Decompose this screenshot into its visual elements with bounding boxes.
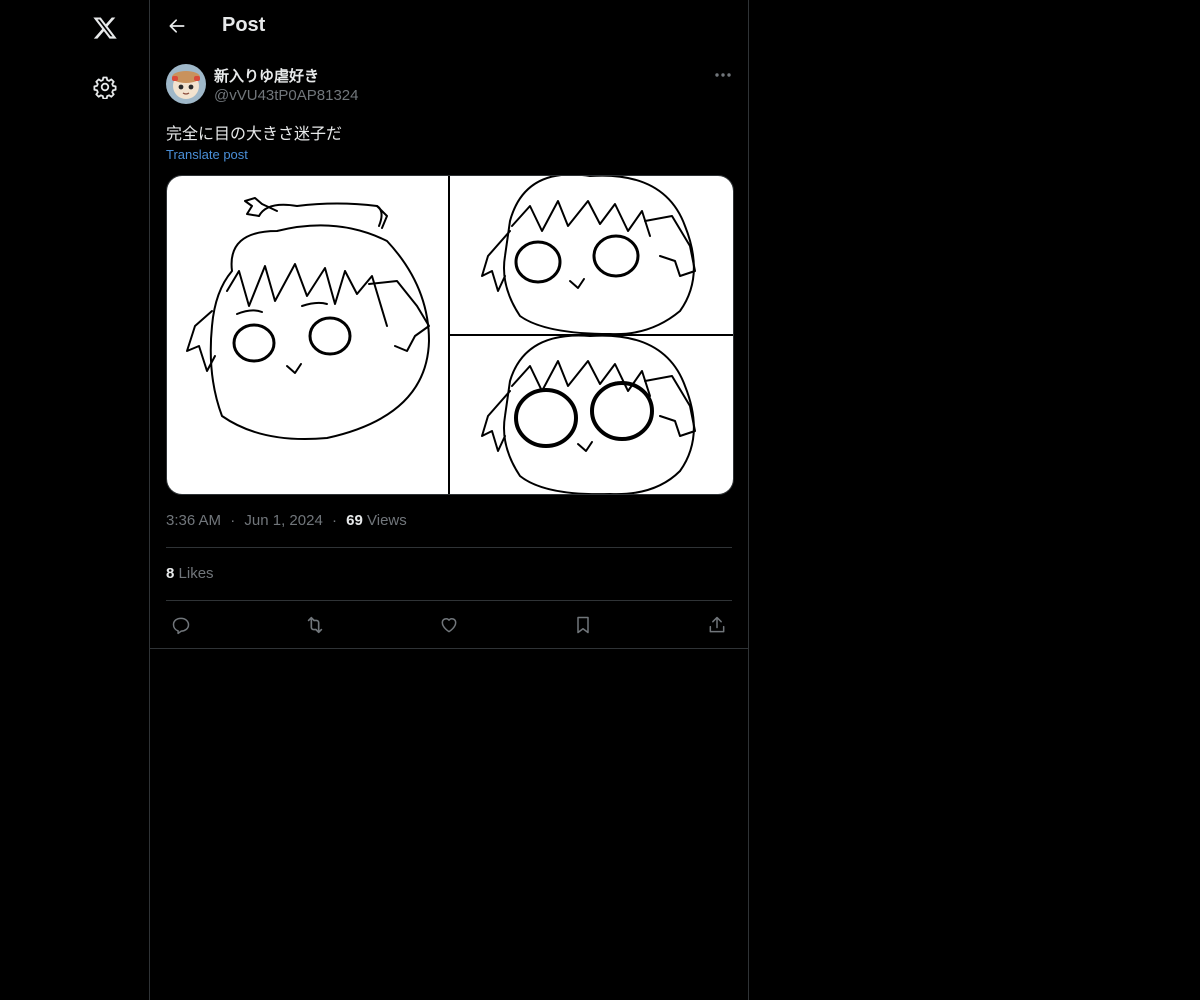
reply-button[interactable] [166, 610, 196, 640]
heart-icon [441, 618, 457, 633]
repost-icon [307, 616, 323, 634]
likes-label: Likes [178, 565, 214, 582]
share-button[interactable] [702, 610, 732, 640]
arrow-left-icon [169, 19, 185, 33]
settings-button[interactable] [81, 63, 129, 111]
back-button[interactable] [160, 8, 194, 44]
gear-icon [93, 76, 117, 99]
bookmark-icon [577, 616, 589, 634]
avatar-image [166, 64, 206, 104]
meta-separator: · [331, 512, 337, 529]
likes-stat[interactable]: 8 Likes [166, 565, 214, 582]
main-column: Post 新入りゆ虐好き @vVU43tP0AP81324 完全に目の大きさ迷子… [149, 0, 749, 1000]
meta-separator: · [230, 512, 236, 529]
divider [166, 547, 732, 548]
media-image-2[interactable] [450, 176, 733, 334]
like-button[interactable] [434, 610, 464, 640]
share-icon [709, 616, 725, 633]
x-logo-link[interactable] [81, 4, 129, 52]
post-meta: 3:36 AM · Jun 1, 2024 · 69 Views [166, 512, 407, 529]
media-image-3[interactable] [450, 336, 733, 494]
left-nav [0, 0, 149, 1000]
translate-post-link[interactable]: Translate post [166, 147, 248, 162]
page-header: Post [150, 0, 748, 53]
media-grid [166, 175, 734, 495]
bookmark-button[interactable] [568, 610, 598, 640]
avatar[interactable] [166, 64, 206, 104]
views-label: Views [367, 512, 407, 529]
post-text: 完全に目の大きさ迷子だ [166, 124, 343, 143]
repost-button[interactable] [300, 610, 330, 640]
page-title: Post [222, 14, 266, 36]
post-date[interactable]: Jun 1, 2024 [244, 512, 322, 529]
divider [166, 600, 732, 601]
x-logo-icon [93, 17, 117, 39]
more-options-button[interactable] [710, 64, 736, 86]
divider [150, 648, 748, 649]
author-handle[interactable]: @vVU43tP0AP81324 [214, 87, 359, 104]
views-count: 69 [346, 512, 363, 529]
author-display-name[interactable]: 新入りゆ虐好き [214, 65, 319, 86]
ellipsis-icon [715, 73, 731, 77]
media-image-1[interactable] [167, 176, 448, 494]
post-time[interactable]: 3:36 AM [166, 512, 221, 529]
reply-icon [172, 617, 190, 635]
likes-count: 8 [166, 565, 175, 582]
